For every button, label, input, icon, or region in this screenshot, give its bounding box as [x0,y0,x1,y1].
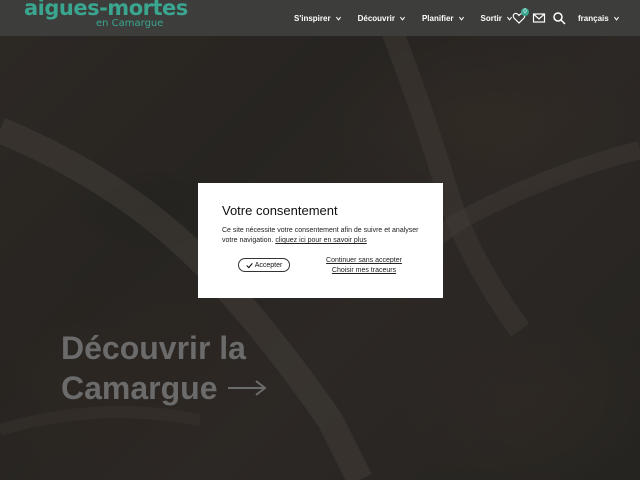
chevron-down-icon [335,16,341,21]
choose-trackers-link[interactable]: Choisir mes traceurs [322,266,406,276]
nav-item-decouvrir[interactable]: Découvrir [358,14,406,23]
arrow-right-icon [227,380,267,396]
accept-button[interactable]: Accepter [238,258,290,272]
favorites-button[interactable]: 0 [512,8,529,25]
consent-options: Continuer sans accepter Choisir mes trac… [322,256,406,276]
site-logo[interactable]: aigues-mortes en Camargue [24,0,188,34]
nav-label: Découvrir [357,13,395,23]
consent-title: Votre consentement [222,203,338,218]
language-label: français [578,13,609,23]
header-icons: 0 [512,0,572,36]
nav-item-planifier[interactable]: Planifier [422,14,465,23]
nav-item-sinspirer[interactable]: S'inspirer [294,14,342,23]
nav-item-sortir[interactable]: Sortir [481,14,513,23]
hero-title-line2-row[interactable]: Camargue [61,368,268,408]
logo-sub-text: en Camargue [96,18,164,29]
continue-without-accepting-link[interactable]: Continuer sans accepter [322,256,406,266]
hero-title-line1: Découvrir la [61,330,246,366]
hero-title-line2: Camargue [61,370,218,406]
search-button[interactable] [552,11,566,25]
chevron-down-icon [458,16,464,21]
logo-main-text: aigues-mortes [24,0,188,20]
top-header: aigues-mortes en Camargue S'inspirer Déc… [0,0,640,36]
contact-button[interactable] [532,11,546,25]
consent-text-block: Ce site nécessite votre consentement afi… [222,226,422,246]
chevron-down-icon [613,16,619,21]
main-nav: S'inspirer Découvrir Planifier Sortir [294,0,529,36]
search-icon [553,12,566,25]
nav-label: S'inspirer [294,13,331,23]
learn-more-link[interactable]: cliquez ici pour en savoir plus [275,237,366,244]
accept-label: Accepter [254,261,283,269]
hero-headline: Découvrir la Camargue [61,328,268,408]
nav-label: Planifier [421,13,454,23]
check-icon [245,262,253,268]
favorites-count-badge: 0 [521,8,529,16]
chevron-down-icon [399,16,405,21]
language-selector[interactable]: français [578,0,620,36]
mail-icon [532,13,546,23]
consent-dialog: Votre consentement Ce site nécessite vot… [198,183,443,298]
nav-label: Sortir [480,13,502,23]
